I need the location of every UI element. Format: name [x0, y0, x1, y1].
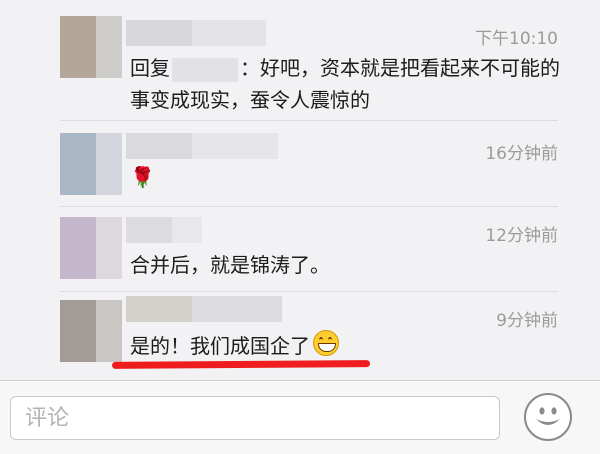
reply-target-blurred[interactable]	[172, 57, 238, 82]
comment-text: 🌹	[130, 165, 155, 189]
comment-text: 合并后，就是锦涛了。	[130, 253, 330, 277]
username-blurred[interactable]	[126, 20, 266, 46]
comment-item: 下午10:10 回复 ：好吧，资本就是把看起来不可能的事变成现实，蚕令人震惊的	[0, 0, 600, 120]
comment-list: 下午10:10 回复 ：好吧，资本就是把看起来不可能的事变成现实，蚕令人震惊的 1…	[0, 0, 600, 380]
comment-time: 下午10:10	[475, 29, 558, 49]
comment-item: 16分钟前 🌹	[0, 121, 600, 206]
avatar[interactable]	[60, 300, 122, 362]
comment-time: 12分钟前	[485, 226, 558, 246]
comment-item: 12分钟前 合并后，就是锦涛了。	[0, 207, 600, 291]
comment-time: 16分钟前	[485, 144, 558, 164]
comment-text: 回复 ：好吧，资本就是把看起来不可能的事变成现实，蚕令人震惊的	[130, 52, 570, 116]
username-blurred[interactable]	[126, 296, 282, 322]
avatar[interactable]	[60, 16, 122, 78]
grin-emoji-icon	[313, 330, 339, 356]
username-blurred[interactable]	[126, 133, 278, 159]
smiley-glyph	[536, 407, 560, 425]
comment-bar	[0, 380, 600, 454]
comment-input-box[interactable]	[10, 396, 500, 440]
avatar[interactable]	[60, 217, 122, 279]
comment-time: 9分钟前	[496, 311, 558, 331]
avatar[interactable]	[60, 133, 122, 195]
reply-prefix: 回复	[130, 56, 170, 80]
comment-input[interactable]	[11, 397, 499, 439]
comment-body: 是的！我们成国企了	[130, 334, 310, 358]
username-blurred[interactable]	[126, 217, 202, 243]
comment-text: 是的！我们成国企了	[130, 330, 570, 362]
smiley-icon[interactable]	[524, 393, 572, 441]
